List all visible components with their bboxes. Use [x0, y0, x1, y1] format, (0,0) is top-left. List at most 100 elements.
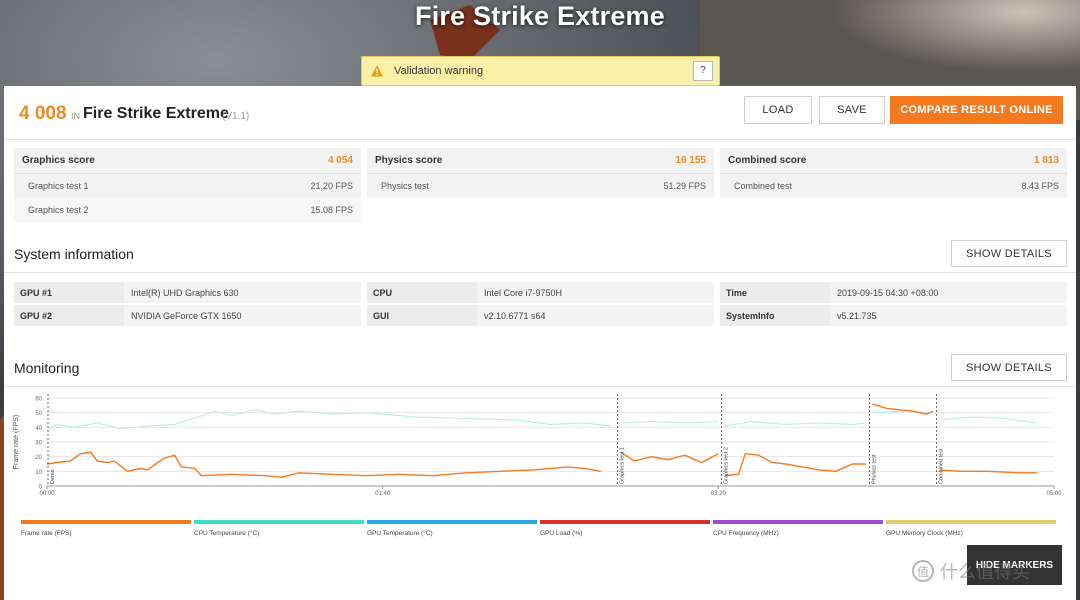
- score-header: Graphics score 4 054: [14, 148, 361, 174]
- y-tick-label: 60: [35, 397, 42, 403]
- warning-text: Validation warning: [394, 65, 484, 77]
- test-value: 51.29 FPS: [663, 181, 706, 191]
- divider: [4, 272, 1076, 273]
- legend-label: GPU Memory Clock (MHz): [886, 530, 963, 537]
- test-value: 15.08 FPS: [310, 205, 353, 215]
- system-info-column: Time 2019-09-15 04:30 +08:00 SystemInfo v5…: [720, 282, 1067, 328]
- info-value: Intel Core i7-9750H: [477, 282, 714, 303]
- y-tick-label: 10: [35, 470, 42, 476]
- y-tick-label: 30: [35, 441, 42, 447]
- legend-swatch: [194, 520, 364, 524]
- chart-legend: Frame rate (FPS) CPU Temperature (°C) GPU …: [21, 520, 1061, 537]
- test-row: Physics test 51.29 FPS: [367, 174, 714, 198]
- score-value: 4 054: [327, 155, 353, 166]
- x-tick-label: 01:40: [375, 491, 391, 497]
- marker-label: Combined test: [939, 448, 945, 484]
- combined-score-box: Combined score 1 813 Combined test 8.43 FP…: [720, 148, 1067, 198]
- monitoring-show-details-button[interactable]: SHOW DETAILS: [951, 354, 1067, 381]
- test-name: Combined test: [734, 181, 793, 191]
- info-key: GPU #2: [14, 305, 124, 326]
- system-information-title: System information: [14, 246, 134, 262]
- y-axis-label: Frame rate (FPS): [13, 415, 20, 469]
- legend-item[interactable]: GPU Load (%): [540, 520, 710, 537]
- marker-label: Graphics test 2: [724, 447, 730, 484]
- score-name: Graphics score: [22, 155, 95, 166]
- legend-item[interactable]: CPU Frequency (MHz): [713, 520, 883, 537]
- series-line: [939, 416, 1038, 424]
- help-button[interactable]: ?: [693, 61, 713, 81]
- benchmark-version: (V1.1): [222, 111, 250, 122]
- legend-item[interactable]: CPU Temperature (°C): [194, 520, 364, 537]
- legend-item[interactable]: GPU Temperature (°C): [367, 520, 537, 537]
- x-tick-label: 00:00: [39, 491, 55, 497]
- legend-label: Frame rate (FPS): [21, 530, 72, 537]
- physics-score-box: Physics score 16 155 Physics test 51.29 FP…: [367, 148, 714, 198]
- save-button[interactable]: SAVE: [819, 96, 885, 124]
- app-title: Fire Strike Extreme: [415, 1, 665, 31]
- legend-label: CPU Frequency (MHz): [713, 530, 779, 537]
- info-value: NVIDIA GeForce GTX 1650: [124, 305, 361, 326]
- legend-item[interactable]: Frame rate (FPS): [21, 520, 191, 537]
- info-row: SystemInfo v5.21.735: [720, 305, 1067, 326]
- info-row: CPU Intel Core i7-9750H: [367, 282, 714, 303]
- info-value: Intel(R) UHD Graphics 630: [124, 282, 361, 303]
- system-info-column: GPU #1 Intel(R) UHD Graphics 630 GPU #2 NV…: [14, 282, 361, 328]
- test-name: Graphics test 2: [28, 205, 89, 215]
- info-key: CPU: [367, 282, 477, 303]
- score-value: 16 155: [675, 155, 706, 166]
- series-line: [46, 451, 602, 478]
- legend-swatch: [886, 520, 1056, 524]
- info-key: Time: [720, 282, 830, 303]
- test-row: Graphics test 2 15.08 FPS: [14, 198, 361, 222]
- y-tick-label: 0: [39, 485, 43, 491]
- legend-swatch: [713, 520, 883, 524]
- legend-item[interactable]: GPU Memory Clock (MHz): [886, 520, 1056, 537]
- marker-label: Graphics test 1: [620, 447, 626, 484]
- system-info-column: CPU Intel Core i7-9750H GUI v2.10.6771 s64: [367, 282, 714, 328]
- series-line: [620, 420, 719, 424]
- load-button[interactable]: LOAD: [744, 96, 812, 124]
- marker-label: Physics test: [871, 454, 877, 484]
- benchmark-name: Fire Strike Extreme: [83, 105, 229, 122]
- result-header: 4 008 IN Fire Strike Extreme (V1.1) LOAD…: [4, 86, 1076, 140]
- watermark: 值 什么值得买: [912, 558, 1030, 584]
- score-name: Combined score: [728, 155, 807, 166]
- legend-label: GPU Temperature (°C): [367, 530, 433, 537]
- info-value: 2019-09-15 04:30 +08:00: [830, 282, 1067, 303]
- info-row: GUI v2.10.6771 s64: [367, 305, 714, 326]
- score-name: Physics score: [375, 155, 443, 166]
- test-value: 8.43 FPS: [1021, 181, 1059, 191]
- legend-swatch: [367, 520, 537, 524]
- x-tick-label: 05:00: [1046, 491, 1062, 497]
- test-name: Graphics test 1: [28, 181, 89, 191]
- info-row: GPU #1 Intel(R) UHD Graphics 630: [14, 282, 361, 303]
- y-tick-label: 40: [35, 426, 42, 432]
- info-key: GPU #1: [14, 282, 124, 303]
- overall-score: 4 008: [19, 103, 67, 124]
- info-value: v5.21.735: [830, 305, 1067, 326]
- result-panel: 4 008 IN Fire Strike Extreme (V1.1) LOAD…: [4, 86, 1076, 600]
- graphics-score-box: Graphics score 4 054 Graphics test 1 21.20…: [14, 148, 361, 222]
- series-line: [620, 451, 719, 464]
- watermark-icon: 值: [912, 560, 934, 582]
- info-value: v2.10.6771 s64: [477, 305, 714, 326]
- marker-label: Demo: [50, 469, 56, 484]
- warning-icon: [371, 65, 383, 77]
- legend-label: GPU Load (%): [540, 530, 583, 537]
- score-in-label: IN: [71, 111, 80, 121]
- info-key: GUI: [367, 305, 477, 326]
- legend-swatch: [21, 520, 191, 524]
- system-show-details-button[interactable]: SHOW DETAILS: [951, 240, 1067, 267]
- test-value: 21.20 FPS: [310, 181, 353, 191]
- series-line: [724, 420, 867, 427]
- score-header: Combined score 1 813: [720, 148, 1067, 174]
- compare-result-online-button[interactable]: COMPARE RESULT ONLINE: [890, 96, 1063, 124]
- legend-label: CPU Temperature (°C): [194, 530, 260, 537]
- test-row: Graphics test 1 21.20 FPS: [14, 174, 361, 198]
- score-value: 1 813: [1033, 155, 1059, 166]
- test-name: Physics test: [381, 181, 430, 191]
- validation-warning-banner[interactable]: Validation warning ?: [361, 56, 720, 86]
- score-header: Physics score 16 155: [367, 148, 714, 174]
- info-key: SystemInfo: [720, 305, 830, 326]
- info-row: GPU #2 NVIDIA GeForce GTX 1650: [14, 305, 361, 326]
